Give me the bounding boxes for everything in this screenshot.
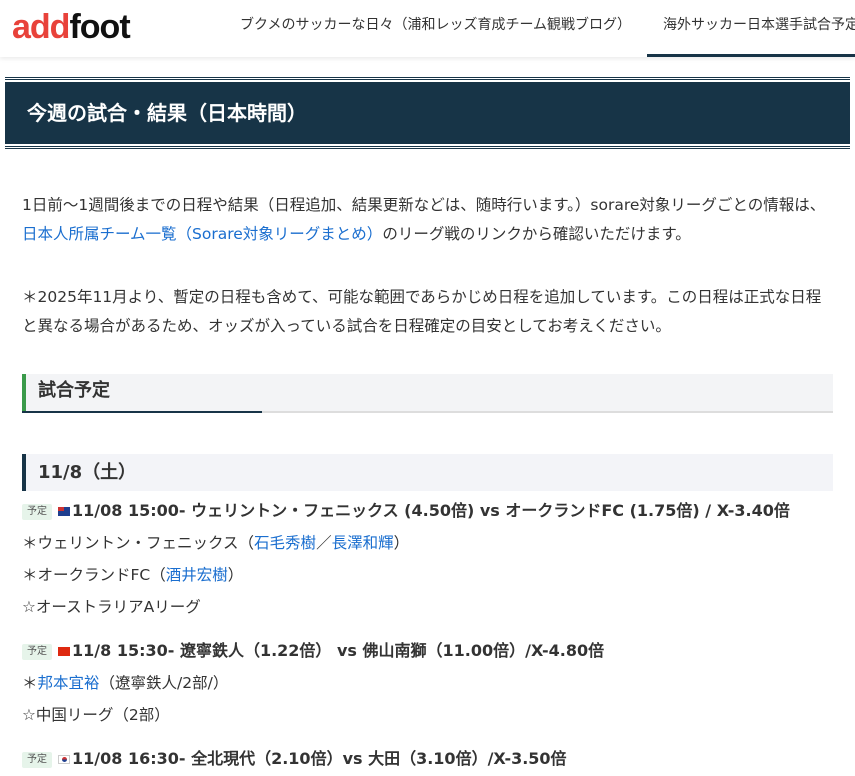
team-players: ＊オークランドFC（酒井宏樹） (22, 559, 833, 591)
text: ） (227, 566, 244, 584)
section-heading: 試合予定 (22, 374, 833, 413)
team-players: ＊邦本宜裕（遼寧鉄人/2部/） (22, 667, 833, 699)
logo-part: foot (69, 8, 130, 46)
article-content: 1日前〜1週間後までの日程や結果（日程追加、結果更新などは、随時行います。）so… (0, 191, 855, 775)
status-badge: 予定 (22, 751, 52, 768)
page-title-box: 今週の試合・結果（日本時間） (5, 77, 850, 149)
nav-item-blog[interactable]: ブクメのサッカーな日々（浦和レッズ育成チーム観戦ブログ） (224, 0, 647, 57)
league-label: ☆中国リーグ（2部） (22, 706, 170, 724)
page-title: 今週の試合・結果（日本時間） (5, 82, 850, 144)
australia-flag-icon (58, 507, 70, 516)
intro-text: のリーグ戦のリンクから確認いただけます。 (382, 225, 691, 243)
korea-flag-icon (58, 755, 70, 764)
text: ＊ (22, 674, 38, 692)
intro-text: 1日前〜1週間後までの日程や結果（日程追加、結果更新などは、随時行います。）so… (22, 196, 826, 214)
text: ） (393, 534, 410, 552)
date-heading: 11/8（土） (22, 454, 833, 491)
china-flag-icon (58, 647, 70, 656)
site-header: addfoot ブクメのサッカーな日々（浦和レッズ育成チーム観戦ブログ） 海外サ… (0, 0, 855, 57)
player-link[interactable]: 邦本宜裕 (38, 674, 100, 692)
intro-paragraph: 1日前〜1週間後までの日程や結果（日程追加、結果更新などは、随時行います。）so… (22, 191, 833, 249)
text: ／ (316, 534, 332, 552)
text: ＊オークランドFC（ (22, 566, 166, 584)
team-players: ＊ウェリントン・フェニックス（石毛秀樹／長澤和輝） (22, 527, 833, 559)
notice-paragraph: ＊2025年11月より、暫定の日程も含めて、可能な範囲であらかじめ日程を追加して… (22, 288, 822, 335)
logo-part: add (12, 8, 70, 46)
match-title: 予定 11/08 16:30- 全北現代（2.10倍）vs 大田（3.10倍）/X… (22, 743, 833, 775)
league-label: ☆オーストラリアAリーグ (22, 598, 201, 616)
player-link[interactable]: 長澤和輝 (332, 534, 394, 552)
nav-item-schedule[interactable]: 海外サッカー日本選手試合予定& (647, 0, 855, 57)
match-title: 予定 11/8 15:30- 遼寧鉄人（1.22倍） vs 佛山南獅（11.00倍… (22, 635, 833, 667)
team-list-link[interactable]: 日本人所属チーム一覧（Sorare対象リーグまとめ） (22, 225, 382, 243)
match-title-text: 11/8 15:30- 遼寧鉄人（1.22倍） vs 佛山南獅（11.00倍）/… (72, 641, 605, 660)
site-logo[interactable]: addfoot (12, 8, 131, 47)
match-title: 予定 11/08 15:00- ウェリントン・フェニックス (4.50倍) vs … (22, 495, 833, 527)
global-nav: ブクメのサッカーな日々（浦和レッズ育成チーム観戦ブログ） 海外サッカー日本選手試… (224, 0, 855, 57)
player-link[interactable]: 石毛秀樹 (254, 534, 316, 552)
text: ＊ウェリントン・フェニックス（ (22, 534, 255, 552)
match-title-text: 11/08 15:00- ウェリントン・フェニックス (4.50倍) vs オー… (72, 501, 790, 520)
status-badge: 予定 (22, 643, 52, 660)
player-link[interactable]: 酒井宏樹 (166, 566, 228, 584)
status-badge: 予定 (22, 503, 52, 520)
match-title-text: 11/08 16:30- 全北現代（2.10倍）vs 大田（3.10倍）/X-3… (72, 749, 567, 768)
text: （遼寧鉄人/2部/） (99, 674, 229, 692)
